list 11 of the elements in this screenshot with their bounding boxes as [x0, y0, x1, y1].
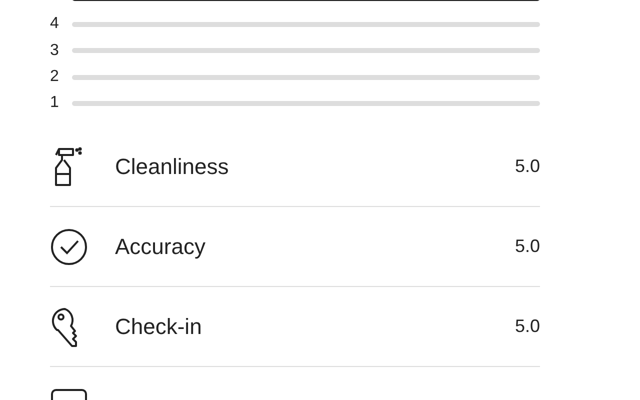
category-score: 5.0 — [514, 235, 540, 258]
category-score: 5.0 — [514, 155, 540, 178]
category-score: 5.0 — [514, 315, 540, 338]
category-label: Cleanliness — [115, 153, 230, 182]
check-circle-icon — [50, 228, 88, 266]
star-level-label: 1 — [50, 95, 60, 112]
star-level-label: 3 — [50, 42, 60, 59]
star-level-label: 2 — [50, 69, 60, 86]
category-label: Accuracy — [115, 233, 206, 262]
star-level-label: 4 — [50, 16, 60, 32]
category-label: Check-in — [115, 313, 203, 342]
